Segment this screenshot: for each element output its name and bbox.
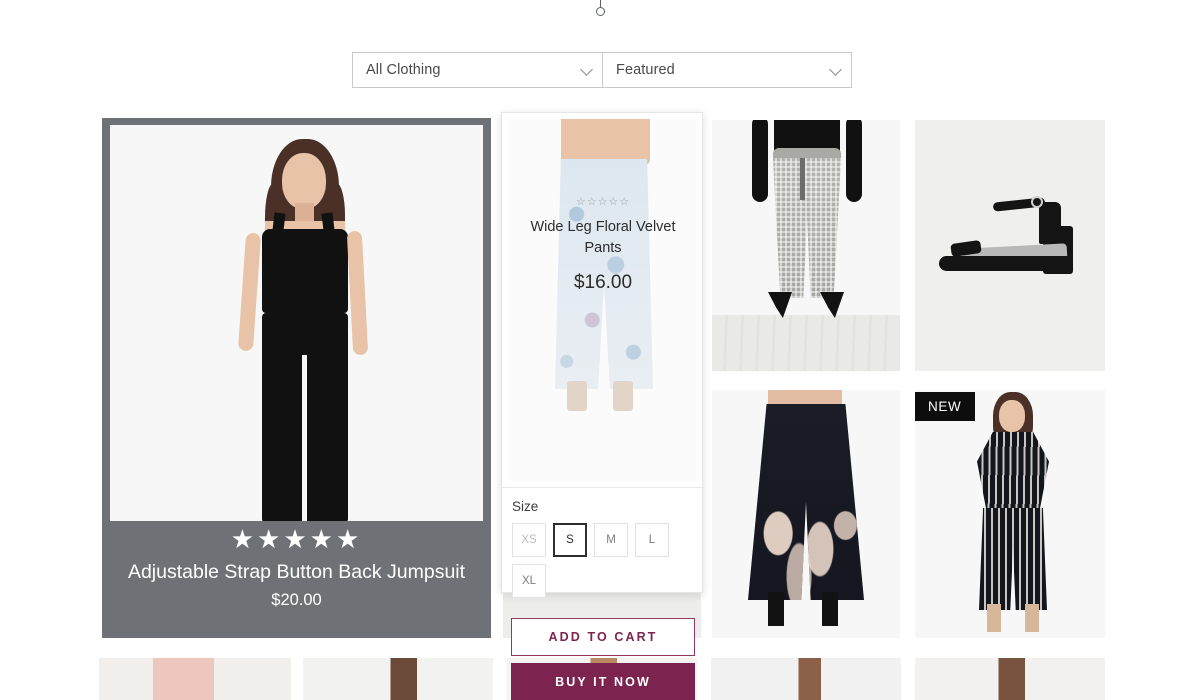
product-card-row3-4[interactable] <box>711 658 901 700</box>
size-label: Size <box>512 499 539 514</box>
product-price: $20.00 <box>271 591 322 609</box>
size-option-xs[interactable]: XS <box>512 523 546 557</box>
size-option-xl[interactable]: XL <box>512 564 546 598</box>
product-hover-overlay: ★★★★★ Adjustable Strap Button Back Jumps… <box>102 521 491 638</box>
category-filter-value: All Clothing <box>366 62 441 78</box>
size-option-s[interactable]: S <box>553 523 587 557</box>
buy-it-now-button[interactable]: BUY IT NOW <box>511 663 695 700</box>
product-card-striped-jumpsuit[interactable]: NEW <box>915 390 1105 638</box>
product-image-jumpsuit <box>110 125 483 521</box>
product-card-row3-1[interactable] <box>99 658 291 700</box>
product-title: Wide Leg Floral Velvet Pants <box>530 219 676 256</box>
chevron-down-icon <box>580 63 593 76</box>
product-card-row3-5[interactable] <box>915 658 1105 700</box>
hanger-ring-icon <box>596 7 605 16</box>
product-card-crane-print-pants[interactable] <box>712 390 900 638</box>
new-badge: NEW <box>915 392 976 421</box>
size-selector: XS S M L XL <box>512 523 696 598</box>
product-title: Adjustable Strap Button Back Jumpsuit <box>127 561 466 583</box>
rating-stars: ★★★★★ <box>230 524 363 554</box>
sort-filter-select[interactable]: Featured <box>602 52 852 88</box>
divider <box>502 487 704 488</box>
product-image-floral-velvet-pants <box>509 119 697 481</box>
quick-view-info: ☆☆☆☆☆ Wide Leg Floral Velvet Pants $16.0… <box>502 197 704 294</box>
sort-filter-value: Featured <box>616 62 675 78</box>
product-listing-page: All Clothing Featured ★★★★★ Adjustable S… <box>0 0 1200 700</box>
chevron-down-icon <box>829 63 842 76</box>
size-option-l[interactable]: L <box>635 523 669 557</box>
quick-view-card: ☆☆☆☆☆ Wide Leg Floral Velvet Pants $16.0… <box>501 112 704 700</box>
rating-stars: ☆☆☆☆☆ <box>575 196 631 208</box>
product-card-featured[interactable]: ★★★★★ Adjustable Strap Button Back Jumps… <box>102 118 491 638</box>
product-card-paperbag-pants[interactable] <box>712 120 900 371</box>
add-to-cart-button[interactable]: ADD TO CART <box>511 618 695 656</box>
product-price: $16.00 <box>573 272 633 293</box>
product-card-block-heel-sandal[interactable] <box>915 120 1105 371</box>
hanger-ornament <box>0 0 1200 26</box>
filter-bar: All Clothing Featured <box>352 52 852 88</box>
size-option-m[interactable]: M <box>594 523 628 557</box>
category-filter-select[interactable]: All Clothing <box>352 52 602 88</box>
product-card-row3-2[interactable] <box>303 658 493 700</box>
